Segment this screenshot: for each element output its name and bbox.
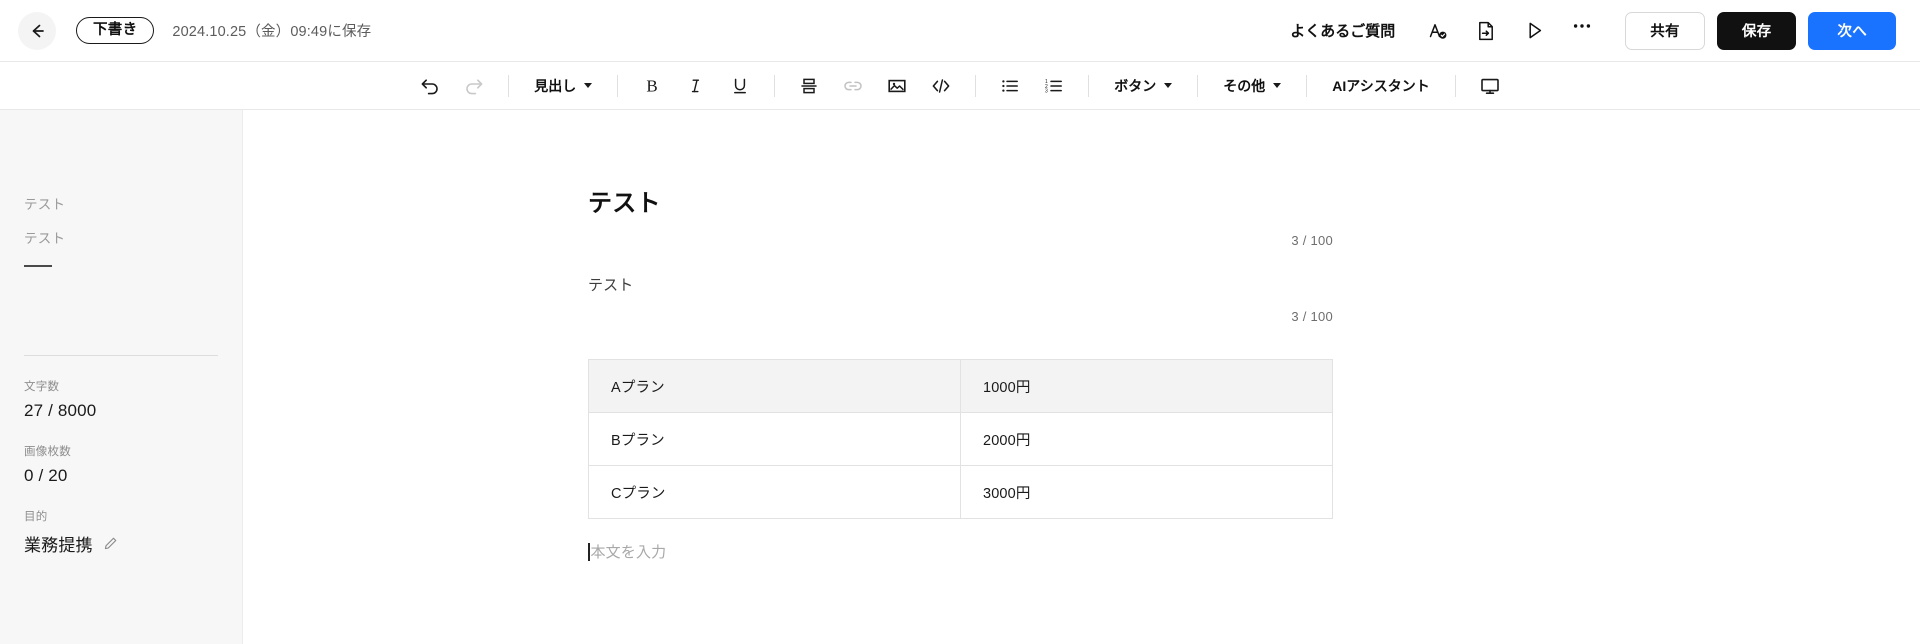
editor-canvas[interactable]: テスト 3 / 100 テスト 3 / 100 Aプラン 1000円 Bプラン … [243, 110, 1920, 644]
sidebar: テスト テスト 文字数 27 / 8000 画像枚数 0 / 20 目的 業務提… [0, 110, 243, 644]
plan-table[interactable]: Aプラン 1000円 Bプラン 2000円 Cプラン 3000円 [588, 359, 1333, 520]
code-icon[interactable] [924, 69, 958, 103]
table-row[interactable]: Bプラン 2000円 [588, 412, 1333, 467]
more-options-icon[interactable] [1565, 14, 1599, 48]
app-header: 下書き 2024.10.25（金）09:49に保存 よくあるご質問 共有 保存 … [0, 0, 1920, 62]
document: テスト 3 / 100 テスト 3 / 100 Aプラン 1000円 Bプラン … [588, 110, 1333, 562]
svg-text:B: B [647, 76, 658, 95]
chevron-down-icon [1164, 83, 1173, 88]
table-cell-price[interactable]: 3000円 [960, 465, 1333, 520]
bold-button[interactable]: B [635, 69, 669, 103]
document-subtitle[interactable]: テスト [588, 274, 1333, 295]
faq-link[interactable]: よくあるご質問 [1290, 20, 1395, 41]
table-cell-price[interactable]: 1000円 [960, 359, 1333, 414]
document-outline: テスト テスト [24, 110, 218, 267]
toolbar-divider [1454, 74, 1456, 97]
toolbar-divider [1197, 74, 1199, 97]
undo-icon[interactable] [413, 69, 447, 103]
heading-dropdown-label: 見出し [534, 77, 577, 94]
next-button[interactable]: 次へ [1808, 11, 1896, 50]
toolbar-divider [508, 74, 510, 97]
outline-item-0[interactable]: テスト [24, 198, 218, 212]
saved-timestamp: 2024.10.25（金）09:49に保存 [172, 24, 372, 40]
share-button[interactable]: 共有 [1625, 11, 1705, 50]
desktop-preview-icon[interactable] [1473, 69, 1507, 103]
editor-toolbar: 見出し B 1 2 3 ボタン その他 AIアシスタント [0, 62, 1920, 110]
table-cell-plan[interactable]: Aプラン [588, 359, 961, 414]
table-row[interactable]: Cプラン 3000円 [588, 465, 1333, 520]
image-icon[interactable] [880, 69, 914, 103]
play-preview-icon[interactable] [1517, 14, 1551, 48]
stat-label: 画像枚数 [24, 445, 71, 458]
chevron-down-icon [1273, 83, 1282, 88]
stat-label: 文字数 [24, 380, 60, 393]
ai-assistant-button[interactable]: AIアシスタント [1324, 69, 1437, 103]
toolbar-divider [1306, 74, 1308, 97]
stat-value: 27 / 8000 [24, 400, 97, 420]
app-body: テスト テスト 文字数 27 / 8000 画像枚数 0 / 20 目的 業務提… [0, 110, 1920, 644]
body-input[interactable]: 本文を入力 [588, 541, 1333, 562]
button-dropdown[interactable]: ボタン [1106, 69, 1180, 103]
table-cell-plan[interactable]: Cプラン [588, 465, 961, 520]
stat-character-count: 文字数 27 / 8000 [24, 378, 218, 421]
toolbar-divider [975, 74, 977, 97]
pencil-edit-icon[interactable] [103, 536, 118, 551]
outline-item-1[interactable]: テスト [24, 231, 218, 246]
numbered-list-icon[interactable]: 1 2 3 [1037, 69, 1071, 103]
redo-icon[interactable] [457, 69, 491, 103]
svg-text:3: 3 [1045, 88, 1048, 94]
spellcheck-icon[interactable] [1421, 14, 1455, 48]
table-cell-price[interactable]: 2000円 [960, 412, 1333, 467]
italic-button[interactable] [679, 69, 713, 103]
underline-button[interactable] [723, 69, 757, 103]
table-row[interactable]: Aプラン 1000円 [588, 359, 1333, 414]
purpose-section: 目的 業務提携 [24, 508, 218, 556]
body-placeholder: 本文を入力 [590, 544, 667, 562]
status-badge[interactable]: 下書き [76, 16, 155, 45]
text-cursor [588, 542, 590, 561]
toolbar-divider [774, 74, 776, 97]
purpose-value-row: 業務提携 [24, 531, 218, 556]
stat-image-count: 画像枚数 0 / 20 [24, 443, 218, 486]
toolbar-divider [1088, 74, 1090, 97]
table-cell-plan[interactable]: Bプラン [588, 412, 961, 467]
link-icon[interactable] [836, 69, 870, 103]
document-title[interactable]: テスト [588, 188, 1333, 219]
horizontal-rule-icon[interactable] [792, 69, 826, 103]
chevron-down-icon [584, 83, 593, 88]
button-dropdown-label: ボタン [1114, 77, 1157, 94]
stat-value: 0 / 20 [24, 465, 68, 485]
back-arrow-icon [27, 21, 47, 41]
other-dropdown[interactable]: その他 [1215, 69, 1289, 103]
bullet-list-icon[interactable] [993, 69, 1027, 103]
purpose-label: 目的 [24, 510, 48, 523]
editor-app: 下書き 2024.10.25（金）09:49に保存 よくあるご質問 共有 保存 … [0, 0, 1920, 644]
outline-divider [24, 265, 52, 267]
ai-assistant-label: AIアシスタント [1332, 77, 1430, 94]
sidebar-divider [24, 354, 218, 356]
other-dropdown-label: その他 [1223, 77, 1266, 94]
document-export-icon[interactable] [1469, 14, 1503, 48]
purpose-value: 業務提携 [24, 535, 93, 555]
back-button[interactable] [18, 11, 56, 50]
heading-dropdown[interactable]: 見出し [526, 69, 600, 103]
toolbar-divider [617, 74, 619, 97]
subtitle-character-counter: 3 / 100 [1291, 309, 1333, 325]
save-button[interactable]: 保存 [1716, 11, 1797, 50]
title-character-counter: 3 / 100 [1291, 233, 1333, 249]
